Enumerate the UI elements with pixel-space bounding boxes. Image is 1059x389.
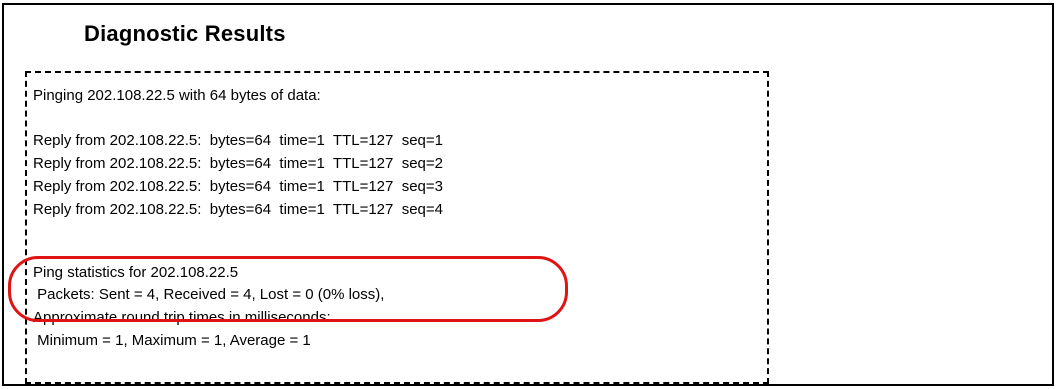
page-title: Diagnostic Results: [84, 21, 286, 46]
highlight-annotation-circle: [8, 256, 568, 322]
reply-line-2: Reply from 202.108.22.5: bytes=64 time=1…: [33, 155, 443, 172]
reply-line-3: Reply from 202.108.22.5: bytes=64 time=1…: [33, 178, 443, 195]
reply-line-4: Reply from 202.108.22.5: bytes=64 time=1…: [33, 201, 443, 218]
reply-line-1: Reply from 202.108.22.5: bytes=64 time=1…: [33, 132, 443, 149]
ping-header-line: Pinging 202.108.22.5 with 64 bytes of da…: [33, 87, 321, 104]
rtt-times: Minimum = 1, Maximum = 1, Average = 1: [33, 332, 311, 349]
